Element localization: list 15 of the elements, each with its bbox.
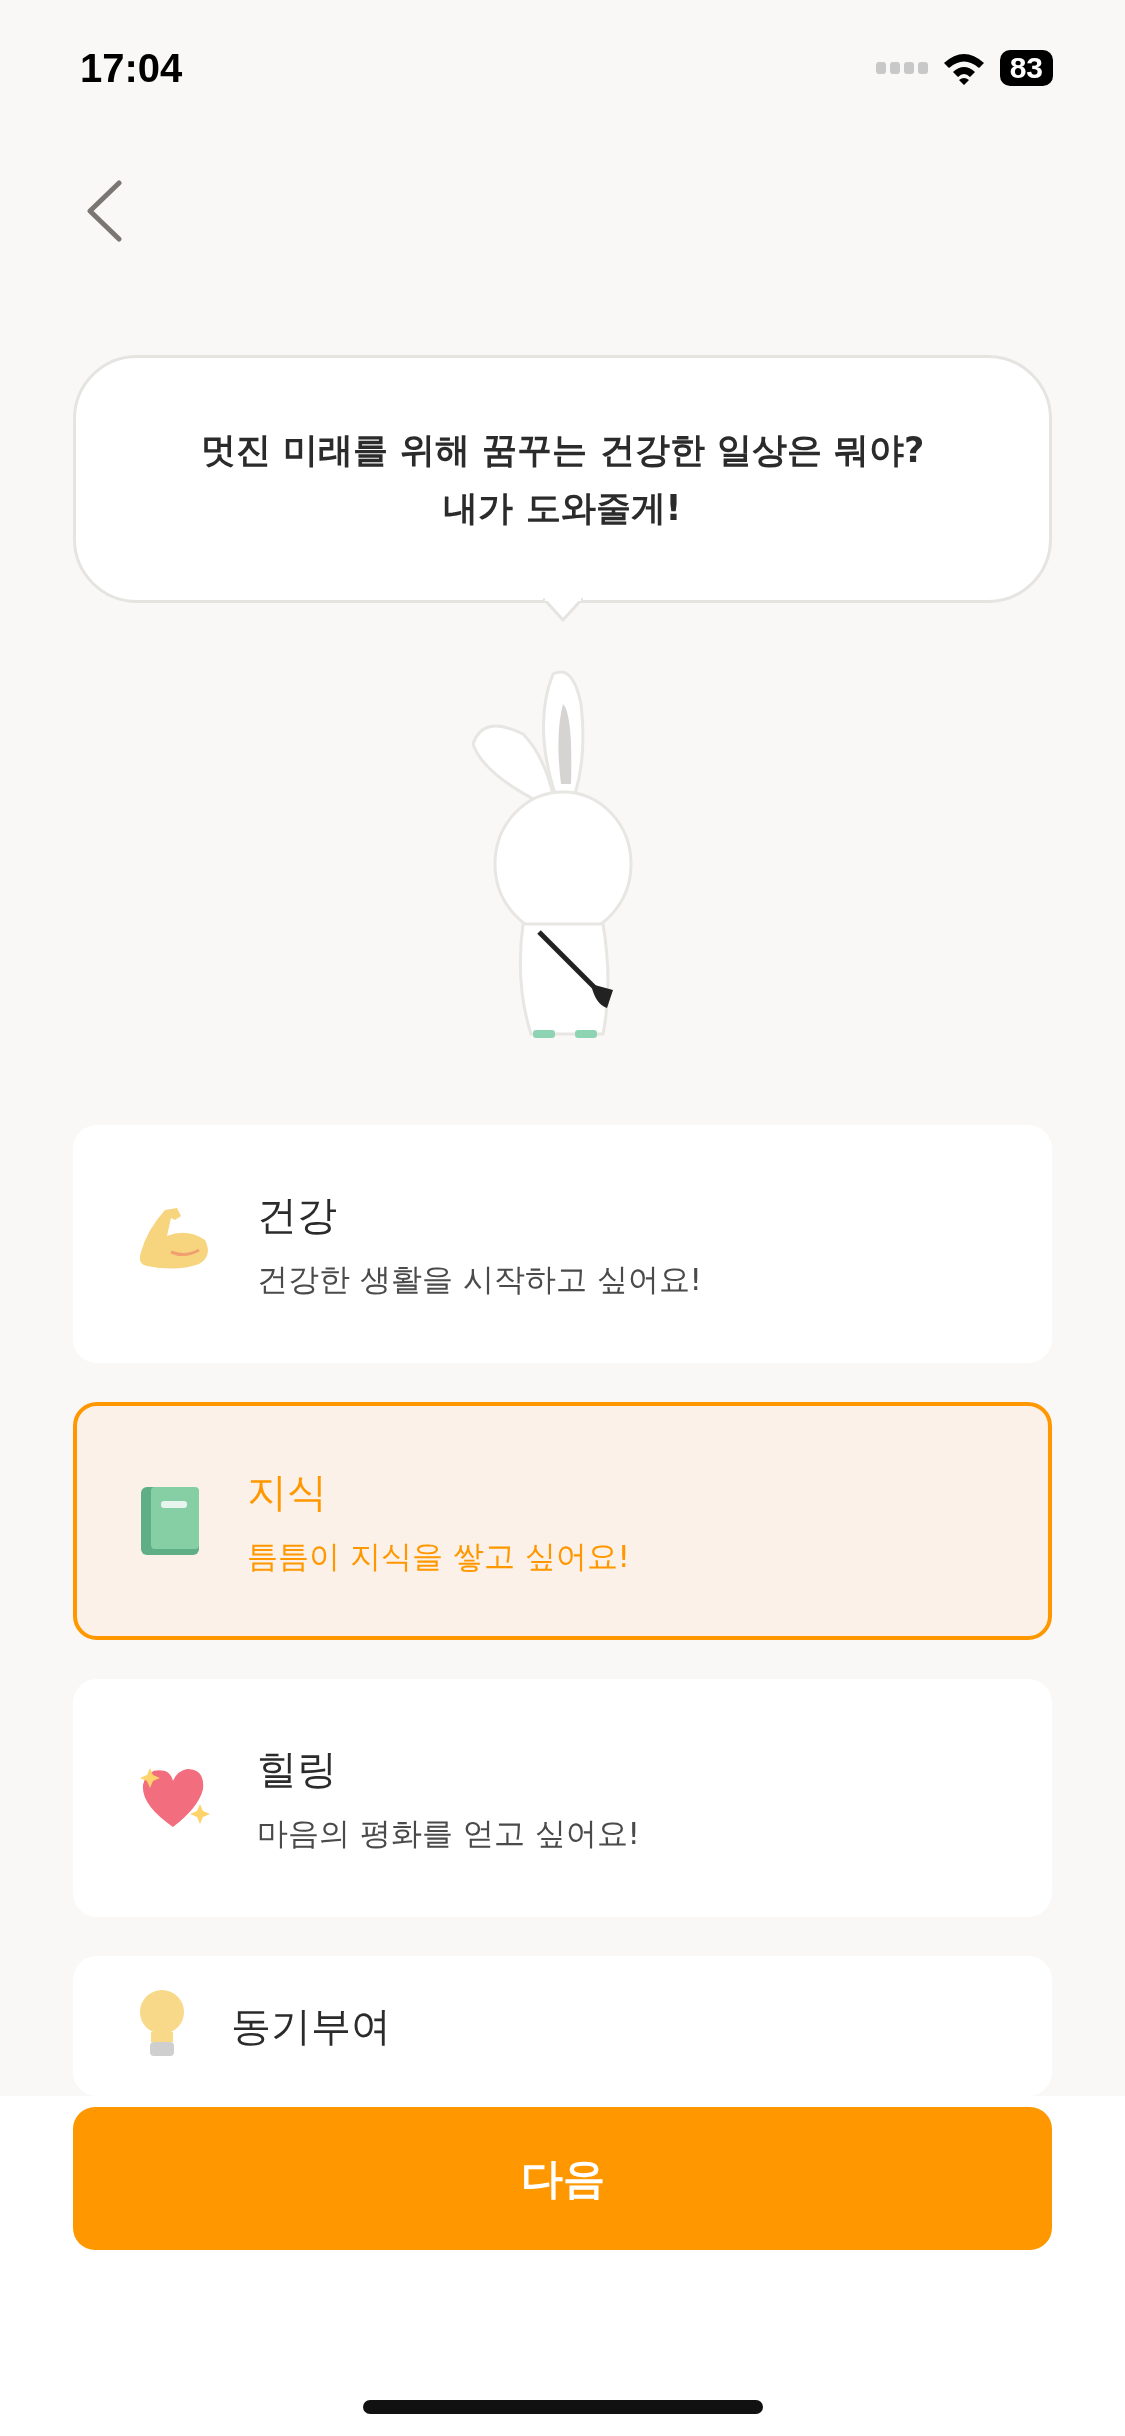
option-title: 지식 (247, 1467, 328, 1517)
option-title: 힐링 (257, 1744, 338, 1794)
option-card[interactable]: 동기부여 (73, 1956, 1052, 2096)
option-title: 동기부여 (231, 2001, 391, 2051)
option-card[interactable]: 건강 건강한 생활을 시작하고 싶어요! (73, 1125, 1052, 1363)
option-title: 건강 (257, 1190, 338, 1240)
back-icon[interactable] (86, 180, 122, 242)
signal-icon (875, 62, 928, 74)
status-time: 17:04 (80, 45, 183, 91)
option-subtitle: 틈틈이 지식을 쌓고 싶어요! (247, 1536, 630, 1576)
option-card[interactable]: 힐링 마음의 평화를 얻고 싶어요! (73, 1679, 1052, 1917)
option-subtitle: 건강한 생활을 시작하고 싶어요! (257, 1259, 702, 1299)
bubble-text: 멋진 미래를 위해 꿈꾸는 건강한 일상은 뭐야? 내가 도와줄게! (200, 429, 925, 530)
option-subtitle: 마음의 평화를 얻고 싶어요! (257, 1813, 640, 1853)
battery-level: 83 (999, 50, 1053, 86)
